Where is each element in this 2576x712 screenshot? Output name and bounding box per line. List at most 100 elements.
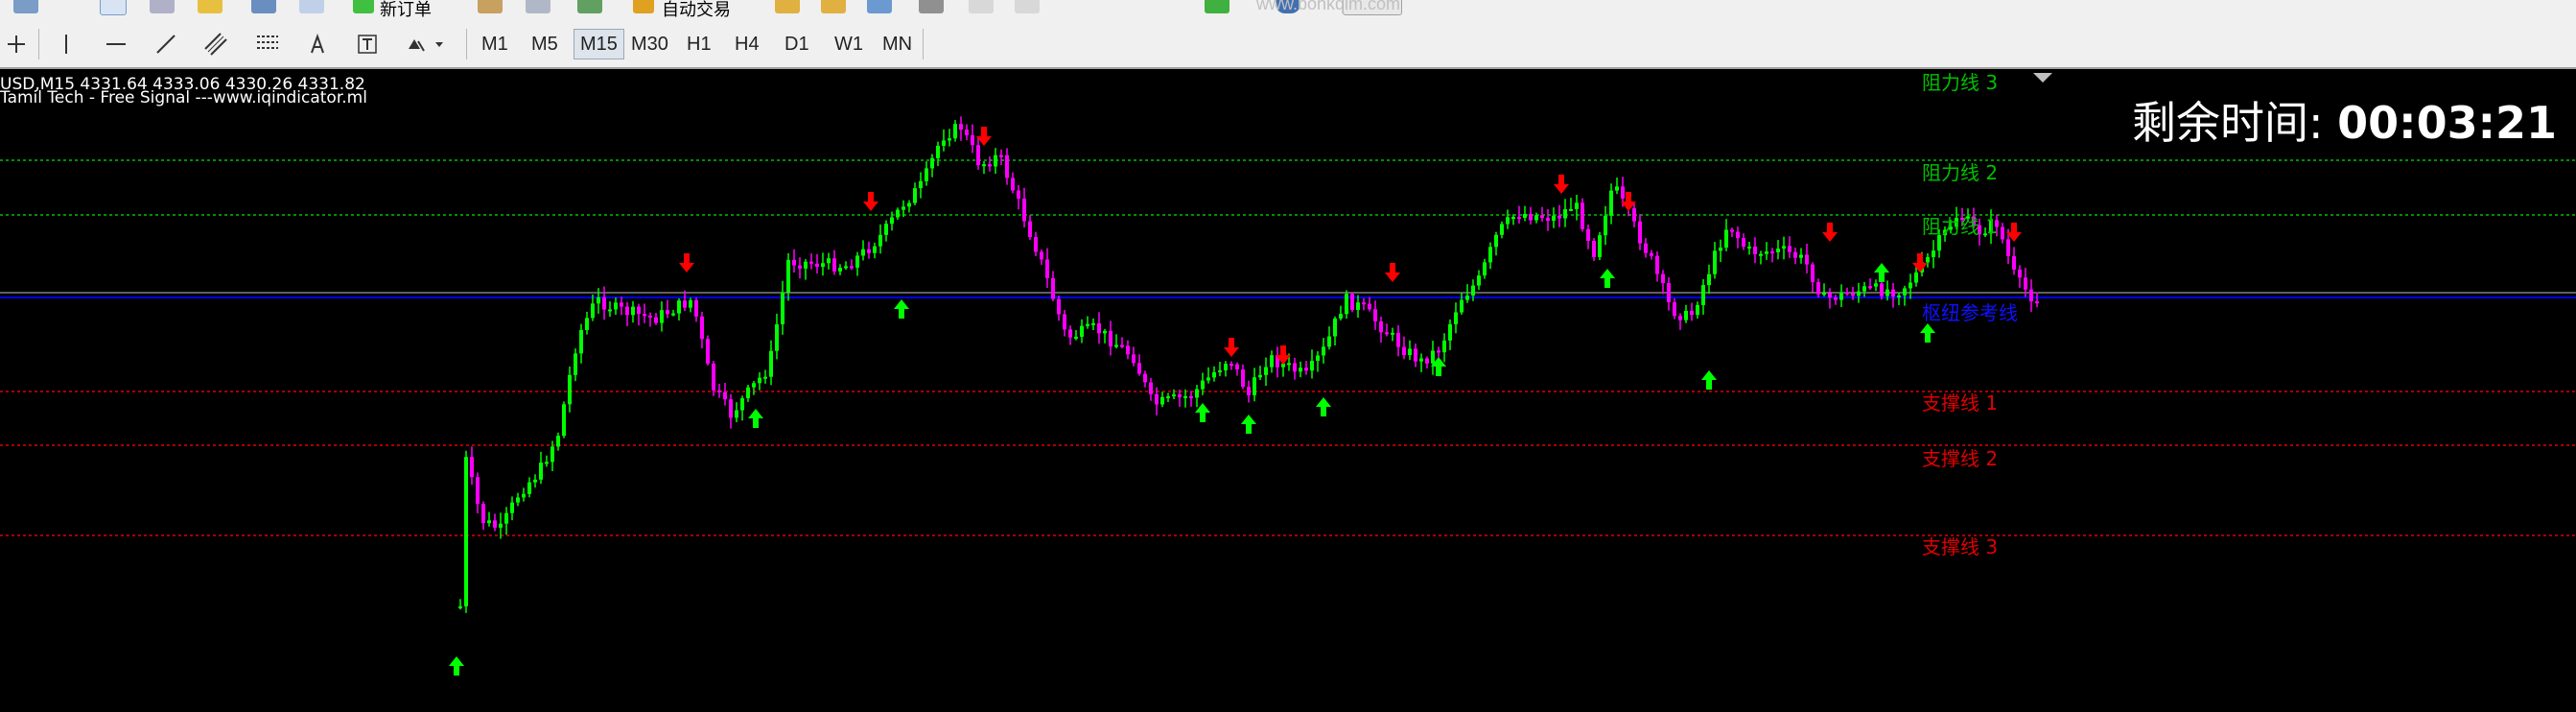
candle-body (1373, 309, 1377, 321)
text-label-icon[interactable] (351, 29, 384, 59)
candle-body (1465, 296, 1469, 300)
timeframe-m1[interactable]: M1 (476, 29, 514, 59)
candle-body (1103, 330, 1107, 334)
candle-body (878, 234, 882, 247)
candle-body (1011, 178, 1015, 191)
candle-body (1120, 344, 1124, 347)
candle-body (1655, 255, 1659, 274)
new-order-button[interactable]: 新订单 (380, 0, 432, 21)
candle-body (1488, 247, 1492, 263)
pivot-label: 枢纽参考线 (1922, 301, 2018, 324)
options-icon[interactable] (526, 0, 550, 13)
candle-body (1322, 346, 1325, 356)
candle-body (1350, 294, 1354, 310)
candle-body (1149, 382, 1153, 394)
candle-body (1316, 355, 1320, 362)
candle-body (1034, 237, 1038, 252)
arrows-dropdown-icon[interactable] (403, 29, 449, 59)
candle-body (527, 482, 531, 494)
candle-body (1621, 186, 1625, 199)
candle-body (1345, 294, 1348, 315)
market-watch-icon[interactable] (100, 0, 127, 15)
candle-body (953, 124, 957, 139)
candle-body (683, 300, 687, 308)
candle-body (1408, 348, 1412, 356)
fibonacci-icon[interactable] (251, 29, 284, 59)
horizontal-line-icon[interactable] (100, 29, 132, 59)
navigator-icon[interactable] (150, 0, 175, 13)
timeframe-m15[interactable]: M15 (574, 29, 624, 59)
candle-body (1552, 215, 1556, 222)
candle-body (1333, 318, 1337, 337)
autotrade-button[interactable]: 自动交易 (662, 0, 731, 21)
candle-body (930, 157, 934, 169)
candle-body (925, 168, 928, 181)
candle-body (1598, 235, 1602, 257)
candle-body (1506, 217, 1510, 225)
terminal-icon[interactable] (251, 0, 276, 13)
candle-body (988, 164, 992, 167)
candle-body (896, 209, 900, 218)
candle-body (1759, 253, 1763, 256)
candle-body (1442, 340, 1446, 353)
metaeditor-icon[interactable] (478, 0, 503, 13)
candle-body (821, 263, 825, 268)
candle-body (671, 313, 675, 316)
favorites-icon[interactable] (198, 0, 222, 13)
trendline-icon[interactable] (150, 29, 182, 59)
add-indicator-icon[interactable] (1205, 0, 1229, 13)
crosshair-icon[interactable] (0, 29, 33, 59)
candle-body (1811, 264, 1815, 283)
candle-body (959, 124, 963, 131)
candle-body (1247, 387, 1251, 395)
price-chart[interactable]: USD,M15 4331.64 4333.06 4330.26 4331.82 … (0, 69, 2576, 712)
candle-body (516, 497, 520, 503)
candle-body (1932, 250, 1935, 257)
vertical-line-icon[interactable] (50, 29, 82, 59)
template-icon[interactable] (1015, 0, 1040, 13)
new-order-icon[interactable] (353, 0, 374, 13)
candle-body (476, 477, 480, 505)
candle-body (1753, 246, 1757, 254)
sell-arrow-icon (1385, 263, 1400, 282)
candle-body (936, 145, 940, 158)
timeframe-w1[interactable]: W1 (829, 29, 869, 59)
candle-body (1828, 293, 1832, 298)
candle-body (1454, 312, 1458, 324)
candle-body (786, 259, 790, 293)
equidistant-channel-icon[interactable] (199, 29, 232, 59)
candle-body (976, 145, 980, 166)
tile-windows-icon[interactable] (867, 0, 892, 13)
sell-arrow-icon (1912, 253, 1928, 273)
candle-body (1172, 394, 1176, 397)
chart-shift-icon[interactable] (919, 0, 944, 13)
candle-body (1667, 283, 1671, 302)
timeframe-h1[interactable]: H1 (681, 29, 717, 59)
candle-body (942, 140, 946, 146)
candle-body (1114, 344, 1118, 347)
timeframe-mn[interactable]: MN (877, 29, 918, 59)
candle-body (487, 520, 491, 524)
candle-body (1166, 396, 1170, 399)
buy-arrow-icon (1600, 269, 1615, 288)
sell-arrow-icon (679, 253, 694, 273)
candle-body (1914, 272, 1918, 283)
profiles-icon[interactable] (13, 0, 38, 13)
timeframe-d1[interactable]: D1 (779, 29, 815, 59)
candle-body (1529, 214, 1533, 221)
candle-body (1644, 243, 1648, 253)
candle-body (602, 297, 606, 310)
timeframe-m5[interactable]: M5 (526, 29, 564, 59)
candle-body (1517, 217, 1521, 220)
timeframe-m30[interactable]: M30 (625, 29, 674, 59)
strategy-tester-icon[interactable] (299, 0, 324, 13)
experts-icon[interactable] (577, 0, 602, 13)
zoom-out-icon[interactable] (821, 0, 846, 13)
candle-body (1632, 208, 1636, 222)
candle-body (585, 318, 589, 330)
autoscroll-icon[interactable] (969, 0, 994, 13)
timeframe-h4[interactable]: H4 (729, 29, 765, 59)
zoom-in-icon[interactable] (775, 0, 800, 13)
text-icon[interactable] (301, 29, 334, 59)
autotrade-icon[interactable] (633, 0, 654, 13)
